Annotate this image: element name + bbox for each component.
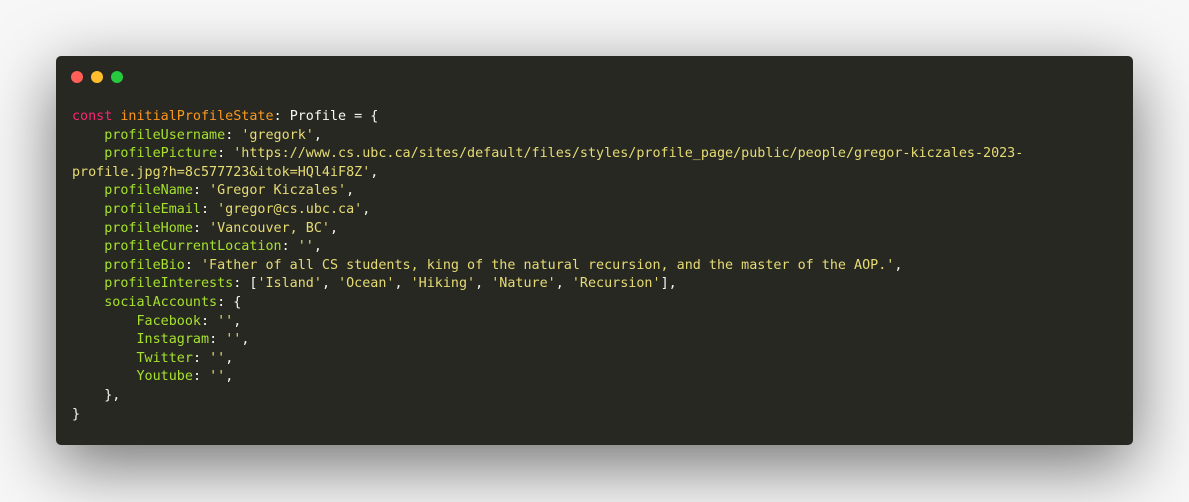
prop-profile-interests: profileInterests xyxy=(104,276,234,292)
type-name: Profile xyxy=(289,109,347,124)
value-interest: 'Island' xyxy=(257,276,322,292)
prop-profile-current-location: profileCurrentLocation xyxy=(104,239,282,255)
value-facebook: '' xyxy=(217,313,234,329)
value-profile-name: 'Gregor Kiczales' xyxy=(209,183,347,199)
value-interest: 'Nature' xyxy=(491,276,556,292)
value-twitter: '' xyxy=(209,350,226,366)
prop-profile-home: profileHome xyxy=(104,220,193,236)
variable-name: initialProfileState xyxy=(120,109,274,124)
code-line: profileEmail: 'gregor@cs.ubc.ca', xyxy=(104,201,371,217)
code-line: const initialProfileState: Profile = { xyxy=(72,109,379,124)
code-line: profileUsername: 'gregork', xyxy=(104,127,322,143)
value-profile-current-location: '' xyxy=(297,239,314,255)
code-line: Twitter: '', xyxy=(136,350,234,366)
code-block: const initialProfileState: Profile = { p… xyxy=(72,108,1023,424)
value-interest: 'Hiking' xyxy=(410,276,476,292)
code-line: } xyxy=(72,406,81,422)
prop-profile-bio: profileBio xyxy=(104,257,185,273)
prop-instagram: Instagram xyxy=(136,332,210,348)
value-profile-bio: 'Father of all CS students, king of the … xyxy=(201,257,895,273)
prop-profile-picture: profilePicture xyxy=(104,146,218,162)
code-line: profilePicture: 'https://www.cs.ubc.ca/s… xyxy=(104,146,1024,162)
value-interest: 'Ocean' xyxy=(338,276,395,292)
code-line: socialAccounts: { xyxy=(104,294,242,310)
prop-profile-email: profileEmail xyxy=(104,201,201,217)
code-line: profileInterests: ['Island', 'Ocean', 'H… xyxy=(104,276,677,292)
value-interest: 'Recursion' xyxy=(571,276,661,292)
value-profile-username: 'gregork' xyxy=(241,127,314,143)
value-youtube: '' xyxy=(209,369,226,385)
window-controls xyxy=(71,71,123,83)
code-line: Youtube: '', xyxy=(136,369,234,385)
code-line: Facebook: '', xyxy=(136,313,242,329)
minimize-dot-icon[interactable] xyxy=(91,71,103,83)
code-line: profileName: 'Gregor Kiczales', xyxy=(104,183,355,199)
prop-twitter: Twitter xyxy=(136,350,193,366)
keyword-const: const xyxy=(72,109,113,124)
code-line: Instagram: '', xyxy=(136,332,250,348)
prop-profile-name: profileName xyxy=(104,183,193,199)
code-line: }, xyxy=(72,387,121,403)
value-profile-picture-part1: 'https://www.cs.ubc.ca/sites/default/fil… xyxy=(233,146,1024,162)
code-line: profileCurrentLocation: '', xyxy=(104,239,322,255)
prop-youtube: Youtube xyxy=(136,369,193,385)
prop-social-accounts: socialAccounts xyxy=(104,294,218,310)
code-line: profileBio: 'Father of all CS students, … xyxy=(104,257,903,273)
code-line: profileHome: 'Vancouver, BC', xyxy=(104,220,339,236)
value-instagram: '' xyxy=(225,332,242,348)
prop-profile-username: profileUsername xyxy=(104,127,226,143)
value-profile-email: 'gregor@cs.ubc.ca' xyxy=(217,201,363,217)
prop-facebook: Facebook xyxy=(136,313,202,329)
close-dot-icon[interactable] xyxy=(71,71,83,83)
maximize-dot-icon[interactable] xyxy=(111,71,123,83)
code-window: const initialProfileState: Profile = { p… xyxy=(56,56,1133,445)
value-profile-home: 'Vancouver, BC' xyxy=(209,220,330,236)
value-profile-picture-part2: profile.jpg?h=8c577723&itok=HQl4iF8Z' xyxy=(72,164,371,180)
code-line: profile.jpg?h=8c577723&itok=HQl4iF8Z', xyxy=(72,164,379,180)
